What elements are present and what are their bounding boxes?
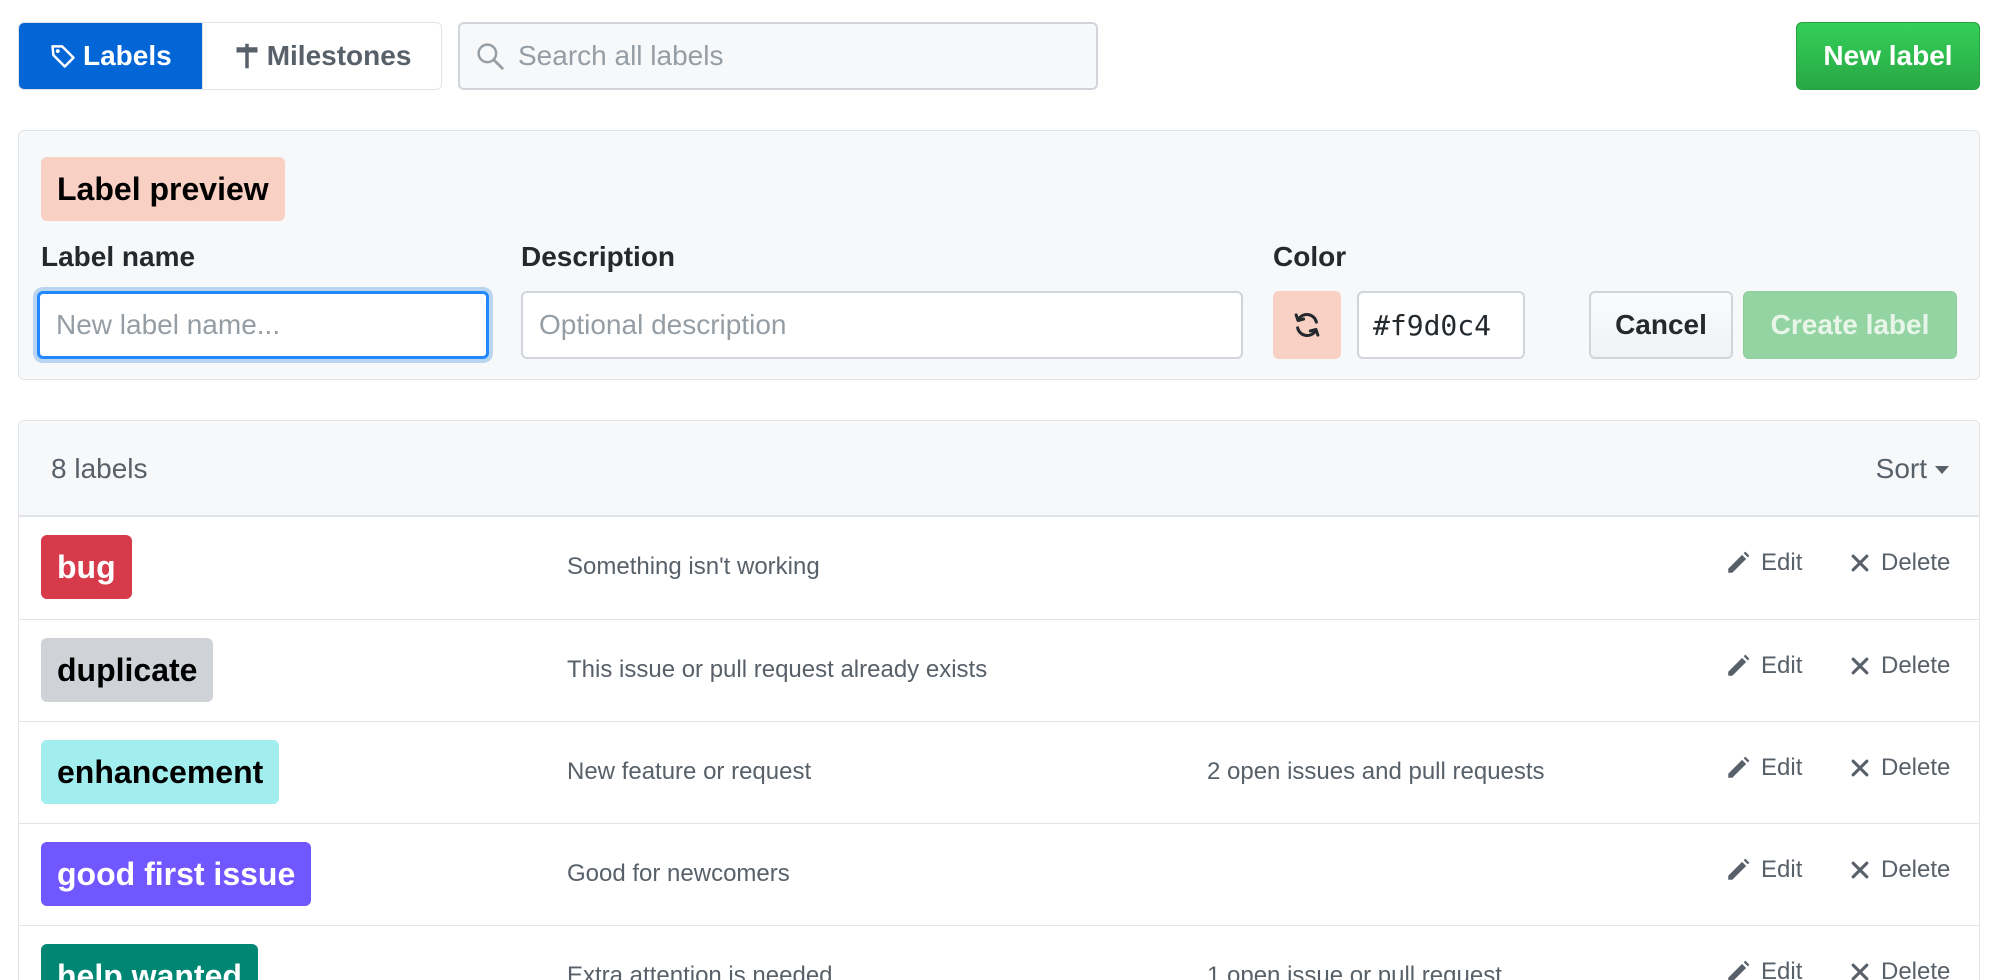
x-icon bbox=[1851, 759, 1869, 777]
delete-button[interactable]: Delete bbox=[1849, 958, 1950, 980]
create-label-button[interactable]: Create label bbox=[1743, 291, 1957, 359]
x-icon bbox=[1851, 554, 1869, 572]
pencil-icon bbox=[1728, 756, 1750, 778]
label-description: New feature or request bbox=[567, 758, 812, 785]
label-description: Something isn't working bbox=[567, 553, 820, 580]
label-row: enhancement New feature or request 2 ope… bbox=[19, 721, 1979, 823]
labels-list-header: 8 labels Sort bbox=[19, 421, 1979, 517]
edit-label: Edit bbox=[1761, 549, 1803, 576]
milestone-icon bbox=[236, 43, 258, 69]
delete-label: Delete bbox=[1881, 856, 1951, 883]
random-color-button[interactable] bbox=[1273, 291, 1341, 359]
edit-button[interactable]: Edit bbox=[1725, 958, 1802, 980]
search-icon bbox=[477, 43, 504, 70]
edit-label: Edit bbox=[1761, 856, 1803, 883]
label-preview: Label preview bbox=[41, 157, 285, 221]
tag-icon bbox=[51, 45, 75, 68]
caret-down-icon bbox=[1935, 466, 1949, 474]
x-icon bbox=[1851, 657, 1869, 675]
tab-milestones[interactable]: Milestones bbox=[201, 23, 442, 89]
edit-button[interactable]: Edit bbox=[1725, 549, 1802, 577]
label-row: duplicate This issue or pull request alr… bbox=[19, 619, 1979, 721]
new-label-form: Label preview Label name Description Col… bbox=[18, 130, 1980, 380]
tab-labels[interactable]: Labels bbox=[19, 23, 202, 89]
tab-milestones-text: Milestones bbox=[266, 40, 412, 71]
search-input[interactable] bbox=[518, 40, 1078, 72]
sort-label: Sort bbox=[1875, 453, 1927, 484]
sync-icon bbox=[1294, 313, 1320, 337]
description-heading: Description bbox=[521, 241, 676, 272]
label-row: help wanted Extra attention is needed 1 … bbox=[19, 925, 1979, 980]
label-row: bug Something isn't working Edit Delete bbox=[19, 517, 1979, 619]
label-issue-count[interactable]: 2 open issues and pull requests bbox=[1207, 758, 1545, 786]
new-label-button[interactable]: New label bbox=[1796, 22, 1980, 90]
edit-label: Edit bbox=[1761, 652, 1803, 679]
edit-button[interactable]: Edit bbox=[1725, 652, 1802, 680]
x-icon bbox=[1851, 963, 1869, 980]
sort-dropdown[interactable]: Sort bbox=[1876, 453, 1949, 485]
label-issue-count[interactable]: 1 open issue or pull request bbox=[1207, 962, 1502, 980]
cancel-button[interactable]: Cancel bbox=[1589, 291, 1733, 359]
delete-label: Delete bbox=[1881, 754, 1951, 781]
label-pill[interactable]: enhancement bbox=[41, 740, 280, 804]
pencil-icon bbox=[1728, 960, 1750, 980]
labels-list: 8 labels Sort bug Something isn't workin… bbox=[18, 420, 1980, 980]
label-pill[interactable]: good first issue bbox=[41, 842, 312, 906]
edit-button[interactable]: Edit bbox=[1725, 856, 1802, 884]
labels-toolbar: Labels Milestones New label bbox=[18, 22, 1980, 90]
delete-button[interactable]: Delete bbox=[1849, 754, 1950, 782]
pencil-icon bbox=[1728, 551, 1750, 573]
label-pill[interactable]: help wanted bbox=[41, 944, 258, 980]
edit-label: Edit bbox=[1761, 754, 1803, 781]
label-description: This issue or pull request already exist… bbox=[567, 656, 988, 683]
x-icon bbox=[1851, 861, 1869, 879]
tab-labels-text: Labels bbox=[83, 40, 172, 71]
pencil-icon bbox=[1728, 858, 1750, 880]
label-pill[interactable]: bug bbox=[41, 535, 132, 599]
delete-label: Delete bbox=[1881, 549, 1951, 576]
color-heading: Color bbox=[1273, 241, 1347, 272]
label-pill[interactable]: duplicate bbox=[41, 638, 214, 702]
edit-label: Edit bbox=[1761, 958, 1803, 980]
label-description: Good for newcomers bbox=[567, 860, 790, 887]
color-hex-input[interactable] bbox=[1357, 291, 1525, 359]
edit-button[interactable]: Edit bbox=[1725, 754, 1802, 782]
delete-label: Delete bbox=[1881, 958, 1951, 980]
label-row: good first issue Good for newcomers Edit… bbox=[19, 823, 1979, 925]
pencil-icon bbox=[1728, 654, 1750, 676]
label-description: Extra attention is needed bbox=[567, 962, 833, 980]
delete-label: Delete bbox=[1881, 652, 1951, 679]
subnav: Labels Milestones bbox=[18, 22, 443, 90]
description-input[interactable] bbox=[521, 291, 1243, 359]
label-name-heading: Label name bbox=[41, 241, 196, 272]
delete-button[interactable]: Delete bbox=[1849, 856, 1950, 884]
label-name-input[interactable] bbox=[37, 291, 489, 359]
delete-button[interactable]: Delete bbox=[1849, 652, 1950, 680]
labels-count: 8 labels bbox=[51, 453, 148, 484]
search-box bbox=[458, 22, 1098, 90]
delete-button[interactable]: Delete bbox=[1849, 549, 1950, 577]
